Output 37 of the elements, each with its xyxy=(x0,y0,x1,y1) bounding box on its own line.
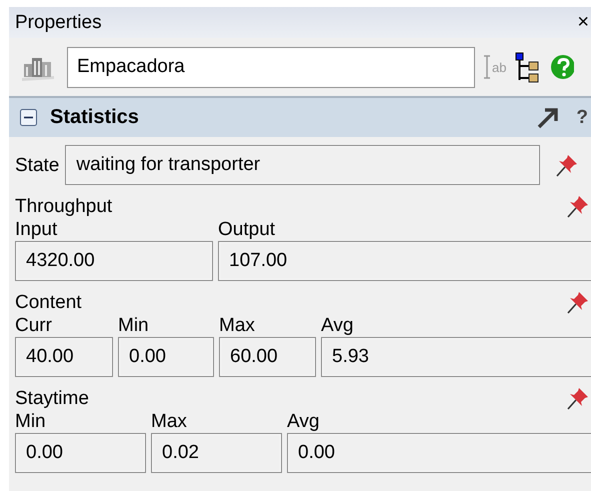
group-label: Staytime xyxy=(15,386,89,410)
value-field: 0.02 xyxy=(151,433,282,473)
value-field: 0.00 xyxy=(118,337,214,377)
value-field: 60.00 xyxy=(219,337,316,377)
help-link[interactable]: ? xyxy=(576,106,588,128)
collapse-icon[interactable] xyxy=(20,109,37,126)
field-label: Output xyxy=(218,218,276,241)
field-label: Min xyxy=(15,410,47,433)
value-field: 40.00 xyxy=(15,337,113,377)
group-label: Content xyxy=(15,290,82,314)
value-field: 5.93 xyxy=(321,337,591,377)
help-icon[interactable] xyxy=(550,54,574,80)
name-field[interactable]: Empacadora xyxy=(67,46,475,88)
field-label: Avg xyxy=(287,410,320,433)
text-cursor-icon xyxy=(483,54,491,80)
state-field: waiting for transporter xyxy=(65,145,540,185)
pin-icon[interactable] xyxy=(565,289,591,315)
field-label: State xyxy=(15,154,60,176)
arrow-icon[interactable] xyxy=(536,106,560,130)
value-field: 0.00 xyxy=(15,433,146,473)
section-title: Statistics xyxy=(50,106,140,129)
pin-icon[interactable] xyxy=(565,385,591,411)
section-header[interactable]: Statistics ? xyxy=(9,96,591,137)
tree-icon[interactable] xyxy=(514,51,540,83)
value-field: 0.00 xyxy=(287,433,591,473)
field-label: Curr xyxy=(15,314,53,337)
field-label: Max xyxy=(219,314,256,337)
close-button[interactable]: × xyxy=(575,11,591,34)
group-label: Throughput xyxy=(15,194,112,218)
field-label: Max xyxy=(151,410,188,433)
field-label: Min xyxy=(118,314,150,337)
pin-icon[interactable] xyxy=(565,193,591,219)
field-label: Input xyxy=(15,218,58,241)
value-field: 4320.00 xyxy=(15,241,213,281)
value-field: 107.00 xyxy=(218,241,591,281)
panel-title: Properties xyxy=(15,12,102,34)
field-label: Avg xyxy=(321,314,354,337)
